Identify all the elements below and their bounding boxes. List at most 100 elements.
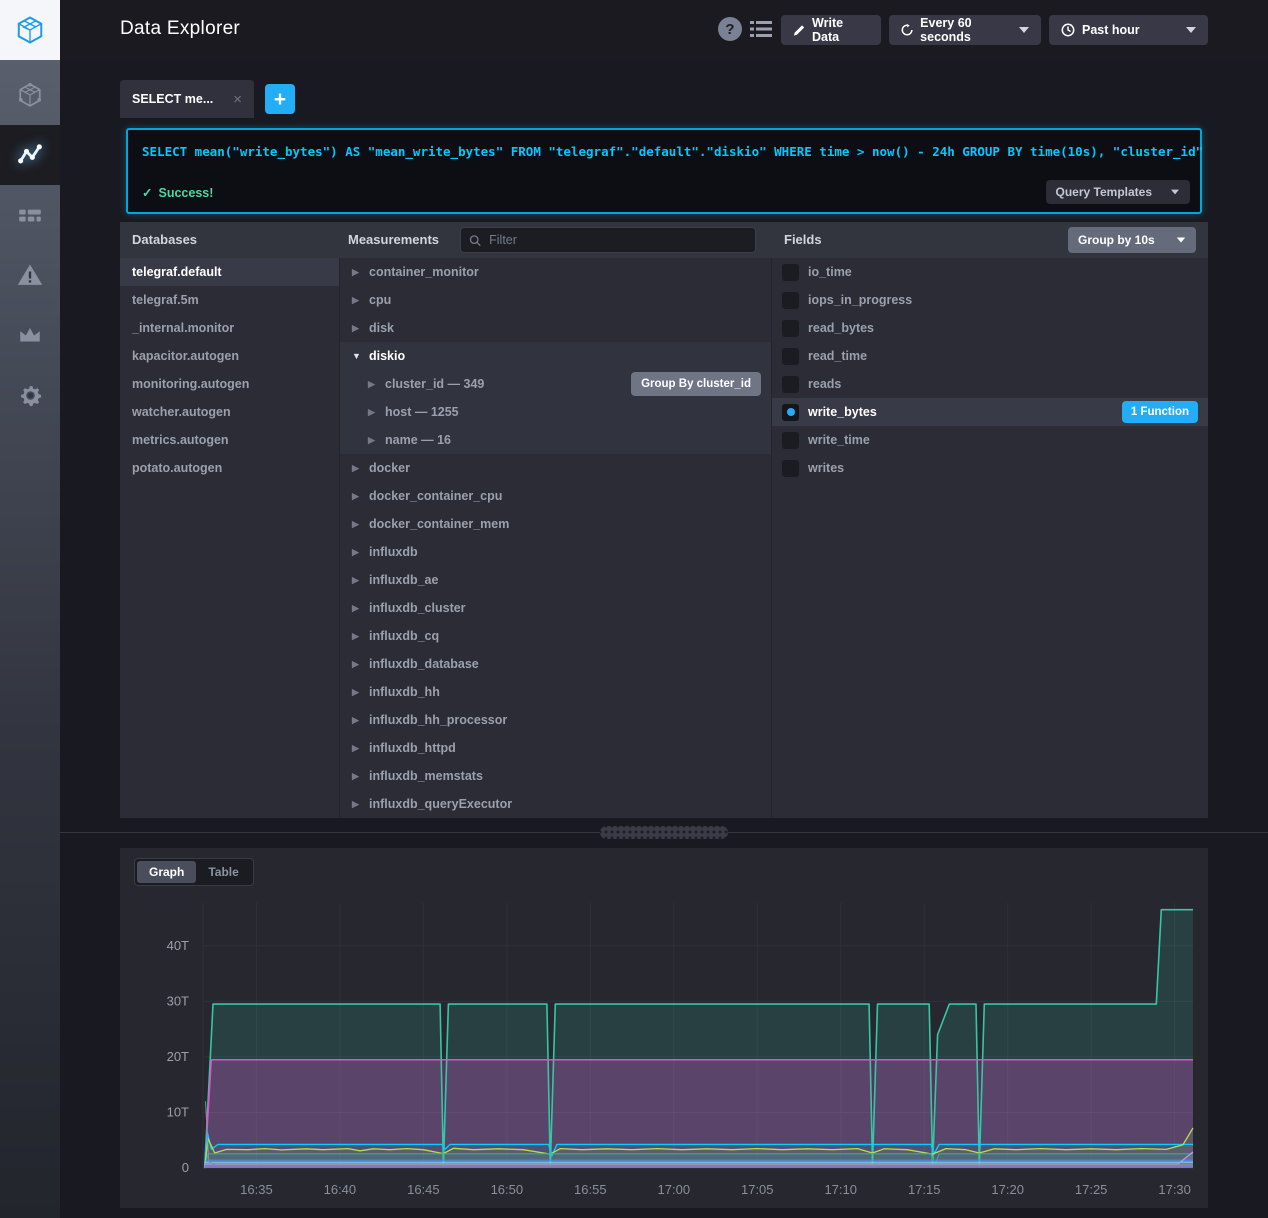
caret-right-icon: ▶ [352, 295, 360, 306]
timerange-dropdown[interactable]: Past hour [1049, 15, 1208, 45]
field-item[interactable]: write_time [772, 426, 1208, 454]
sidebar-item-configuration[interactable] [0, 365, 60, 425]
database-item[interactable]: kapacitor.autogen [120, 342, 339, 370]
measurement-item[interactable]: ▶influxdb_hh [340, 678, 771, 706]
timerange-label: Past hour [1082, 23, 1140, 37]
field-item[interactable]: reads [772, 370, 1208, 398]
sidebar-item-data-explorer[interactable] [0, 125, 60, 185]
cube-logo-icon [15, 15, 45, 45]
caret-right-icon: ▶ [352, 491, 360, 502]
query-text[interactable]: SELECT mean("write_bytes") AS "mean_writ… [142, 144, 1186, 159]
measurement-item[interactable]: ▶influxdb_database [340, 650, 771, 678]
measurement-item[interactable]: ▶influxdb [340, 538, 771, 566]
help-icon[interactable]: ? [718, 17, 742, 41]
measurement-filter-input[interactable] [487, 232, 747, 248]
query-templates-dropdown[interactable]: Query Templates [1046, 180, 1190, 204]
close-icon[interactable]: × [233, 91, 242, 108]
database-item[interactable]: telegraf.default [120, 258, 339, 286]
query-status: ✓ Success! [142, 185, 213, 200]
caret-right-icon: ▶ [352, 771, 360, 782]
field-item[interactable]: writes [772, 454, 1208, 482]
resize-handle[interactable] [600, 826, 728, 839]
field-checkbox[interactable] [782, 404, 799, 421]
measurement-item[interactable]: ▶influxdb_queryExecutor [340, 790, 771, 818]
top-bar: Data Explorer ? Write Data Every 60 seco… [60, 0, 1268, 60]
query-editor[interactable]: SELECT mean("write_bytes") AS "mean_writ… [126, 128, 1202, 214]
measurement-item[interactable]: ▶influxdb_httpd [340, 734, 771, 762]
measurement-item[interactable]: ▶docker [340, 454, 771, 482]
write-data-button[interactable]: Write Data [781, 15, 881, 45]
field-checkbox[interactable] [782, 264, 799, 281]
database-item[interactable]: _internal.monitor [120, 314, 339, 342]
measurement-item[interactable]: ▶influxdb_cluster [340, 594, 771, 622]
field-checkbox[interactable] [782, 292, 799, 309]
measurement-item[interactable]: ▶influxdb_hh_processor [340, 706, 771, 734]
field-checkbox[interactable] [782, 320, 799, 337]
group-by-time-dropdown[interactable]: Group by 10s [1068, 227, 1196, 253]
field-checkbox[interactable] [782, 460, 799, 477]
database-label: monitoring.autogen [132, 377, 249, 391]
field-checkbox[interactable] [782, 376, 799, 393]
query-tab[interactable]: SELECT me... × [120, 80, 254, 118]
check-icon: ✓ [142, 185, 152, 200]
function-count-label: 1 Function [1131, 406, 1189, 418]
sidebar-item-alerts[interactable] [0, 245, 60, 305]
measurement-label: diskio [369, 349, 405, 363]
chronograf-logo[interactable] [0, 0, 60, 60]
measurement-item[interactable]: ▶influxdb_memstats [340, 762, 771, 790]
refresh-icon [901, 23, 913, 37]
database-item[interactable]: watcher.autogen [120, 398, 339, 426]
fields-header: Fields [784, 232, 822, 247]
measurement-label: influxdb_httpd [369, 741, 456, 755]
sidebar-item-admin[interactable] [0, 305, 60, 365]
measurement-item[interactable]: ▶docker_container_mem [340, 510, 771, 538]
caret-right-icon: ▶ [352, 267, 360, 278]
field-checkbox[interactable] [782, 432, 799, 449]
field-label: io_time [808, 265, 852, 279]
timeseries-chart[interactable]: 16:3516:4016:4516:5016:5517:0017:0517:10… [120, 848, 1208, 1208]
checkbox-dot-icon [787, 408, 795, 416]
measurement-item[interactable]: ▶influxdb_cq [340, 622, 771, 650]
measurement-filter[interactable] [460, 227, 756, 253]
measurement-item[interactable]: ▶influxdb_ae [340, 566, 771, 594]
field-item[interactable]: read_bytes [772, 314, 1208, 342]
measurement-item[interactable]: ▶container_monitor [340, 258, 771, 286]
sidebar-item-dashboards[interactable] [0, 185, 60, 245]
tag-key-item[interactable]: ▶host — 1255 [340, 398, 771, 426]
measurement-item[interactable]: ▶cpu [340, 286, 771, 314]
field-item[interactable]: write_bytes1 Function [772, 398, 1208, 426]
dashboards-grid-icon [17, 202, 43, 228]
tag-key-item[interactable]: ▶name — 16 [340, 426, 771, 454]
caret-right-icon: ▶ [352, 519, 360, 530]
add-query-tab-button[interactable]: + [265, 84, 295, 114]
sidebar-item-hosts[interactable] [0, 65, 60, 125]
tag-key-item[interactable]: ▶cluster_id — 349Group By cluster_id [340, 370, 771, 398]
measurement-item[interactable]: ▶docker_container_cpu [340, 482, 771, 510]
log-viewer-icon[interactable] [750, 19, 772, 39]
chevron-down-icon [1186, 27, 1196, 33]
caret-right-icon: ▶ [352, 659, 360, 670]
measurement-item[interactable]: ▼diskio [340, 342, 771, 370]
database-item[interactable]: metrics.autogen [120, 426, 339, 454]
group-by-tag-button[interactable]: Group By cluster_id [631, 372, 761, 396]
measurement-label: influxdb_ae [369, 573, 438, 587]
measurement-label: disk [369, 321, 394, 335]
database-item[interactable]: telegraf.5m [120, 286, 339, 314]
x-axis-tick: 16:40 [324, 1182, 357, 1197]
caret-right-icon: ▶ [352, 715, 360, 726]
databases-list: telegraf.defaulttelegraf.5m_internal.mon… [120, 258, 340, 818]
database-item[interactable]: potato.autogen [120, 454, 339, 482]
function-count-badge[interactable]: 1 Function [1122, 401, 1198, 423]
measurements-list: ▶container_monitor▶cpu▶disk▼diskio▶clust… [340, 258, 772, 818]
field-item[interactable]: io_time [772, 258, 1208, 286]
list-icon [750, 19, 772, 39]
page-title: Data Explorer [120, 18, 240, 40]
measurement-label: influxdb_hh [369, 685, 440, 699]
field-item[interactable]: read_time [772, 342, 1208, 370]
autorefresh-dropdown[interactable]: Every 60 seconds [889, 15, 1041, 45]
field-item[interactable]: iops_in_progress [772, 286, 1208, 314]
field-label: writes [808, 461, 844, 475]
field-checkbox[interactable] [782, 348, 799, 365]
database-item[interactable]: monitoring.autogen [120, 370, 339, 398]
measurement-item[interactable]: ▶disk [340, 314, 771, 342]
